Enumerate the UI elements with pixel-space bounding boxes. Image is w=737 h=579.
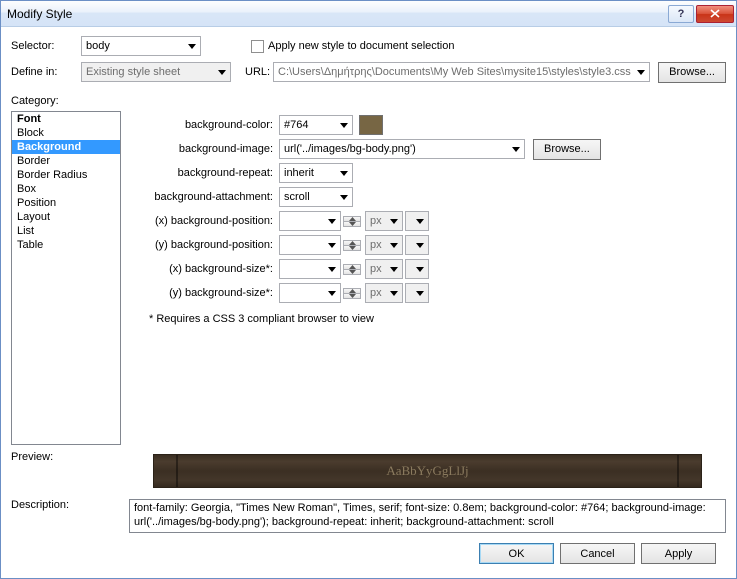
apply-style-label: Apply new style to document selection	[268, 40, 455, 52]
definein-combo[interactable]: Existing style sheet	[81, 62, 231, 82]
bg-color-combo[interactable]: #764	[279, 115, 353, 135]
bg-image-label: background-image:	[129, 143, 279, 155]
apply-style-checkbox[interactable]	[251, 40, 264, 53]
bg-size-x-extra[interactable]	[405, 259, 429, 279]
bg-pos-x-combo[interactable]	[279, 211, 341, 231]
bg-pos-y-label: (y) background-position:	[129, 239, 279, 251]
spin-down-icon[interactable]	[344, 270, 360, 274]
window-title: Modify Style	[7, 7, 668, 21]
description-label: Description:	[11, 499, 129, 533]
bg-size-x-unit[interactable]: px	[365, 259, 403, 279]
bg-size-x-spinner[interactable]	[343, 264, 361, 275]
spin-down-icon[interactable]	[344, 294, 360, 298]
bg-pos-x-extra[interactable]	[405, 211, 429, 231]
bg-size-x-combo[interactable]	[279, 259, 341, 279]
category-item-border-radius[interactable]: Border Radius	[12, 168, 120, 182]
bg-pos-y-spinner[interactable]	[343, 240, 361, 251]
preview-sample: AaBbYyGgLlJj	[153, 454, 702, 488]
bg-color-label: background-color:	[129, 119, 279, 131]
category-list[interactable]: Font Block Background Border Border Radi…	[11, 111, 121, 445]
spin-down-icon[interactable]	[344, 246, 360, 250]
bg-pos-y-combo[interactable]	[279, 235, 341, 255]
bg-pos-x-spinner[interactable]	[343, 216, 361, 227]
background-form: background-color: #764 background-image:…	[129, 111, 726, 445]
selector-combo[interactable]: body	[81, 36, 201, 56]
category-item-font[interactable]: Font	[12, 112, 120, 126]
category-item-background[interactable]: Background	[12, 140, 120, 154]
description-box: font-family: Georgia, "Times New Roman",…	[129, 499, 726, 533]
bg-pos-x-unit[interactable]: px	[365, 211, 403, 231]
titlebar: Modify Style ?	[1, 1, 736, 27]
modify-style-dialog: Modify Style ? Selector: body Apply new …	[0, 0, 737, 579]
bg-image-browse-button[interactable]: Browse...	[533, 139, 601, 160]
help-button[interactable]: ?	[668, 5, 694, 23]
category-item-block[interactable]: Block	[12, 126, 120, 140]
url-label: URL:	[245, 66, 273, 78]
bg-color-swatch[interactable]	[359, 115, 383, 135]
bg-repeat-combo[interactable]: inherit	[279, 163, 353, 183]
category-item-table[interactable]: Table	[12, 238, 120, 252]
cancel-button[interactable]: Cancel	[560, 543, 635, 564]
preview-box: AaBbYyGgLlJj	[129, 451, 726, 491]
category-item-box[interactable]: Box	[12, 182, 120, 196]
preview-label: Preview:	[11, 451, 129, 491]
ok-button[interactable]: OK	[479, 543, 554, 564]
spin-down-icon[interactable]	[344, 222, 360, 226]
bg-pos-y-extra[interactable]	[405, 235, 429, 255]
category-item-list[interactable]: List	[12, 224, 120, 238]
bg-size-x-label: (x) background-size*:	[129, 263, 279, 275]
url-combo[interactable]: C:\Users\Δημήτρης\Documents\My Web Sites…	[273, 62, 650, 82]
bg-image-combo[interactable]: url('../images/bg-body.png')	[279, 139, 525, 159]
bg-repeat-label: background-repeat:	[129, 167, 279, 179]
bg-size-y-unit[interactable]: px	[365, 283, 403, 303]
bg-pos-y-unit[interactable]: px	[365, 235, 403, 255]
category-item-border[interactable]: Border	[12, 154, 120, 168]
bg-pos-x-label: (x) background-position:	[129, 215, 279, 227]
url-browse-button[interactable]: Browse...	[658, 62, 726, 83]
close-button[interactable]	[696, 5, 734, 23]
bg-size-y-spinner[interactable]	[343, 288, 361, 299]
category-item-layout[interactable]: Layout	[12, 210, 120, 224]
bg-size-y-label: (y) background-size*:	[129, 287, 279, 299]
bg-attach-combo[interactable]: scroll	[279, 187, 353, 207]
category-item-position[interactable]: Position	[12, 196, 120, 210]
selector-label: Selector:	[11, 40, 81, 52]
bg-size-y-extra[interactable]	[405, 283, 429, 303]
css3-note: * Requires a CSS 3 compliant browser to …	[129, 305, 726, 325]
bg-attach-label: background-attachment:	[129, 191, 279, 203]
bg-size-y-combo[interactable]	[279, 283, 341, 303]
category-label: Category:	[11, 95, 726, 107]
apply-button[interactable]: Apply	[641, 543, 716, 564]
definein-label: Define in:	[11, 66, 81, 78]
